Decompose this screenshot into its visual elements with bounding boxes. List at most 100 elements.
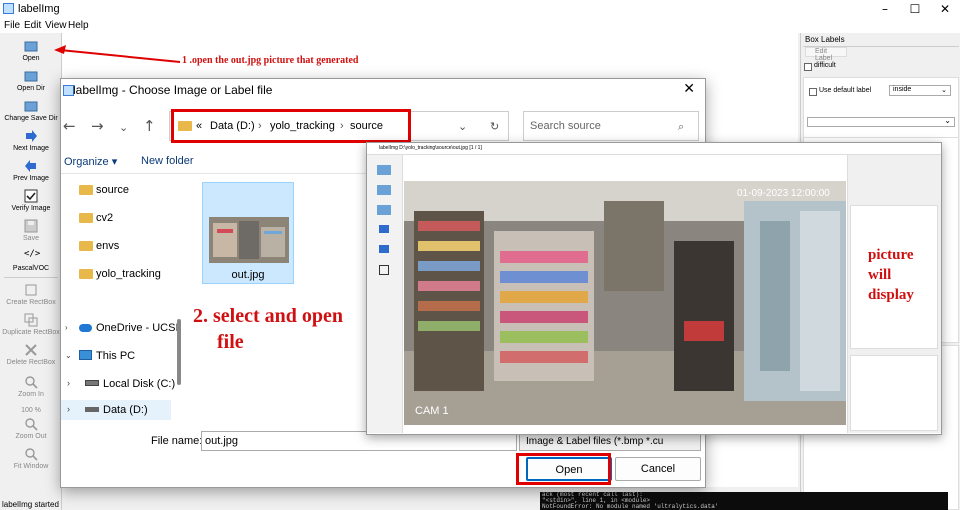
verify-check-icon	[379, 265, 389, 275]
nav-folder-source[interactable]: source	[96, 184, 129, 196]
next-image-label: Next Image	[13, 145, 49, 152]
zoom-in-label: Zoom In	[18, 391, 44, 398]
chevron-right-icon[interactable]: ›	[67, 404, 70, 414]
change-save-dir-button[interactable]: Change Save Dir	[0, 99, 62, 122]
close-icon[interactable]: ✕	[930, 0, 960, 18]
chevron-down-icon[interactable]: ⌄	[65, 351, 72, 360]
zoom-level[interactable]: 100 %	[0, 407, 62, 414]
create-rectbox-button[interactable]: Create RectBox	[0, 283, 62, 306]
cancel-button[interactable]: Cancel	[615, 457, 701, 481]
nav-this-pc[interactable]: This PC	[96, 350, 135, 362]
file-thumbnail	[209, 217, 289, 263]
file-item-selected[interactable]: out.jpg	[202, 182, 294, 284]
open-folder-icon	[377, 165, 391, 175]
format-label: PascalVOC	[12, 265, 50, 272]
nav-local-disk-c[interactable]: Local Disk (C:)	[103, 378, 175, 390]
default-label-select[interactable]: inside ⌄	[889, 85, 951, 96]
fit-window-icon	[25, 448, 38, 461]
forward-icon[interactable]: →	[91, 117, 104, 135]
navigation-pane: source cv2 envs yolo_tracking › OneDrive…	[61, 174, 179, 420]
save-icon	[24, 219, 38, 233]
verify-image-label: Verify Image	[11, 205, 51, 212]
chevron-right-icon[interactable]: ›	[67, 378, 70, 388]
refresh-icon[interactable]: ↻	[490, 120, 499, 133]
use-default-label-text: Use default label	[819, 87, 872, 94]
fit-window-label: Fit Window	[13, 463, 49, 470]
menu-file[interactable]: File	[4, 20, 20, 31]
delete-rectbox-button[interactable]: Delete RectBox	[0, 343, 62, 366]
nav-onedrive[interactable]: OneDrive - UCSI	[96, 322, 179, 334]
edit-label-text: Edit Label	[815, 48, 833, 62]
search-placeholder: Search source	[530, 120, 601, 132]
prev-image-button[interactable]: Prev Image	[0, 159, 62, 182]
prev-arrow-icon	[379, 245, 389, 253]
menu-help[interactable]: Help	[68, 20, 89, 31]
nav-scrollbar[interactable]	[177, 319, 181, 385]
delete-rectbox-icon	[25, 344, 37, 356]
zoom-in-button[interactable]: Zoom In	[0, 375, 62, 398]
folder-icon	[79, 213, 93, 223]
format-code-icon: </>	[24, 249, 41, 259]
maximize-icon[interactable]: ☐	[900, 0, 930, 18]
open-dir-icon	[24, 71, 38, 82]
search-icon: ⌕	[678, 120, 685, 133]
duplicate-rectbox-icon	[24, 313, 38, 327]
use-default-label-checkbox[interactable]	[809, 88, 817, 96]
up-folder-icon[interactable]: ↑	[143, 117, 156, 135]
open-dir-button[interactable]: Open Dir	[0, 69, 62, 92]
drive-icon	[85, 407, 99, 412]
nav-data-d[interactable]: Data (D:)	[103, 404, 148, 416]
status-bar: labelImg started	[2, 500, 59, 509]
chevron-down-icon: ⌄	[941, 86, 947, 94]
minimize-icon[interactable]: –	[870, 0, 900, 18]
menu-view[interactable]: View	[45, 20, 67, 31]
duplicate-rectbox-button[interactable]: Duplicate RectBox	[0, 313, 62, 336]
new-folder-button[interactable]: New folder	[141, 155, 194, 167]
overlay-file-list	[850, 355, 938, 431]
step2-annotation: 2. select and open	[193, 305, 343, 327]
drive-icon	[85, 380, 99, 386]
toolbar-divider	[4, 277, 58, 278]
nav-folder-envs[interactable]: envs	[96, 240, 119, 252]
chevron-down-icon[interactable]: ⌄	[458, 120, 467, 133]
chevron-right-icon[interactable]: ›	[65, 323, 68, 332]
next-image-button[interactable]: Next Image	[0, 129, 62, 152]
search-input[interactable]: Search source ⌕	[523, 111, 699, 141]
nav-folder-cv2[interactable]: cv2	[96, 212, 113, 224]
prev-arrow-icon	[25, 160, 36, 172]
overlay-titlebar: labelImg D:\yolo_tracking\source\out.jpg…	[367, 143, 941, 155]
display-annotation-line: display	[868, 287, 914, 303]
folder-icon	[79, 185, 93, 195]
computer-icon	[79, 350, 92, 360]
terminal-window: ack (most recent call last): "<stdin>", …	[540, 492, 948, 510]
step2-annotation-file: file	[217, 331, 244, 353]
verify-check-icon	[24, 189, 38, 203]
cctv-camera-label: CAM 1	[415, 405, 449, 417]
result-screenshot: labelImg D:\yolo_tracking\source\out.jpg…	[366, 142, 942, 435]
nav-folder-yolo-tracking[interactable]: yolo_tracking	[96, 268, 161, 280]
organize-button[interactable]: Organize ▾	[64, 155, 117, 168]
dock-title: Box Labels	[805, 35, 845, 44]
verify-image-button[interactable]: Verify Image	[0, 189, 62, 212]
display-annotation-line: will	[868, 267, 892, 283]
edit-label-button[interactable]: Edit Label	[805, 47, 847, 62]
format-button[interactable]: </> PascalVOC	[0, 249, 62, 272]
menu-edit[interactable]: Edit	[24, 20, 41, 31]
difficult-checkbox[interactable]	[804, 63, 812, 71]
save-button[interactable]: Save	[0, 219, 62, 242]
duplicate-rectbox-label: Duplicate RectBox	[2, 329, 60, 336]
zoom-out-label: Zoom Out	[15, 433, 47, 440]
label-combo[interactable]: ⌄	[807, 116, 955, 127]
folder-icon	[79, 241, 93, 251]
zoom-out-button[interactable]: Zoom Out	[0, 417, 62, 440]
create-rectbox-label: Create RectBox	[6, 299, 56, 306]
recent-locations-icon[interactable]: ⌄	[119, 121, 128, 134]
delete-rectbox-label: Delete RectBox	[6, 359, 56, 366]
prev-image-label: Prev Image	[13, 175, 49, 182]
window-title: labelImg	[18, 3, 60, 15]
close-icon[interactable]: ✕	[683, 81, 695, 97]
zoom-out-icon	[25, 418, 38, 431]
change-save-dir-label: Change Save Dir	[4, 115, 58, 122]
fit-window-button[interactable]: Fit Window	[0, 447, 62, 470]
back-icon[interactable]: ←	[63, 117, 76, 135]
